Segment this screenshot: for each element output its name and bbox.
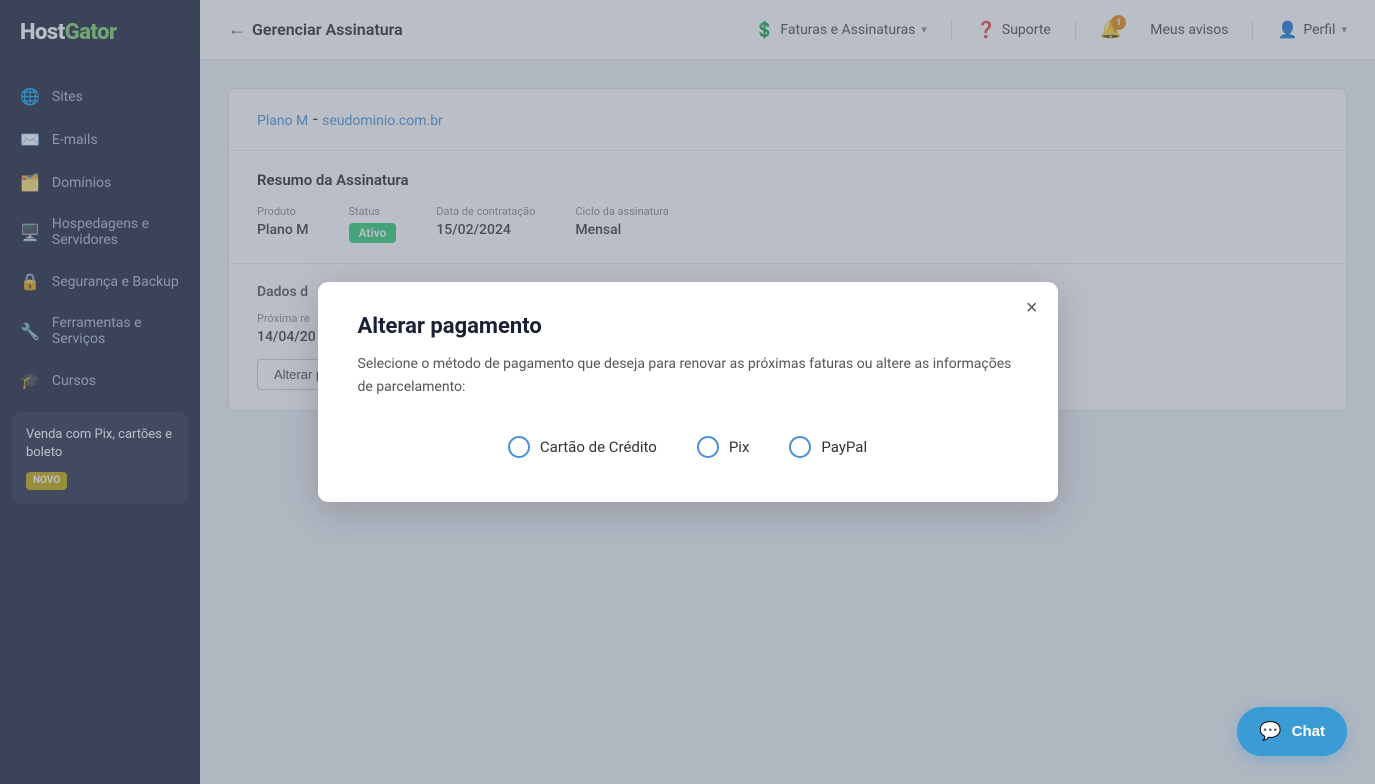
modal-overlay[interactable]: × Alterar pagamento Selecione o método d… bbox=[0, 0, 1375, 784]
modal-description: Selecione o método de pagamento que dese… bbox=[358, 353, 1018, 398]
chat-button[interactable]: 💬 Chat bbox=[1237, 707, 1347, 756]
label-paypal: PayPal bbox=[821, 438, 867, 456]
modal-title: Alterar pagamento bbox=[358, 314, 1018, 339]
label-cartao: Cartão de Crédito bbox=[540, 438, 657, 456]
chat-label: Chat bbox=[1292, 723, 1325, 740]
payment-options: Cartão de Crédito Pix PayPal bbox=[358, 428, 1018, 466]
radio-pix[interactable] bbox=[697, 436, 719, 458]
alterar-pagamento-modal: × Alterar pagamento Selecione o método d… bbox=[318, 282, 1058, 502]
chat-icon: 💬 bbox=[1259, 721, 1281, 742]
modal-close-button[interactable]: × bbox=[1026, 298, 1038, 318]
radio-cartao[interactable] bbox=[508, 436, 530, 458]
option-pix[interactable]: Pix bbox=[697, 436, 750, 458]
option-paypal[interactable]: PayPal bbox=[789, 436, 867, 458]
label-pix: Pix bbox=[729, 438, 750, 456]
radio-paypal[interactable] bbox=[789, 436, 811, 458]
option-cartao[interactable]: Cartão de Crédito bbox=[508, 436, 657, 458]
